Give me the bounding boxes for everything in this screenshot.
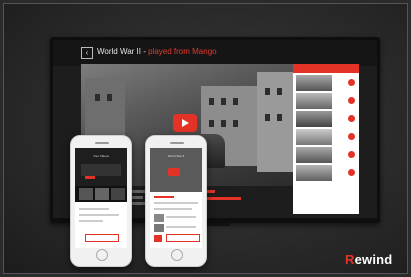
phone-header-title: Your Videos [92,154,109,158]
rewind-logo: Rewind [345,252,392,267]
tv-header: ‹ World War II - played from Mango [53,40,377,66]
video-thumbnail[interactable] [75,186,127,202]
phone-your-videos: Your Videos [70,135,132,267]
related-item[interactable] [296,129,356,145]
home-button [171,249,183,261]
video-title-source: played from Mango [148,47,217,56]
home-button [96,249,108,261]
phone-header: World War II [150,148,202,192]
arrow-right-icon [348,169,355,176]
phone-header: Your Videos [75,148,127,186]
arrow-right-icon [348,79,355,86]
play-small-button[interactable] [154,235,162,242]
arrow-right-icon [348,151,355,158]
promo-frame: ‹ World War II - played from Mango Your … [3,3,408,274]
related-item[interactable] [296,75,356,91]
arrow-right-icon [348,97,355,104]
phone-video-detail: World War II [145,135,207,267]
phone-header-title: World War II [167,154,185,158]
back-button[interactable]: ‹ [81,47,93,59]
chevron-left-icon: ‹ [85,48,89,57]
related-item[interactable] [296,147,356,163]
related-item[interactable] [296,165,356,181]
related-videos-panel [293,64,359,214]
phone-screen: Your Videos [75,148,127,248]
phone-screen: World War II [150,148,202,248]
play-button[interactable] [173,114,197,132]
logo-accent: R [345,252,355,267]
phone-action-button[interactable] [85,234,119,242]
related-item[interactable] [296,93,356,109]
related-header [293,64,359,73]
video-title-main: World War II - [97,47,149,56]
related-item[interactable] [296,111,356,127]
phone-action-button[interactable] [166,234,200,242]
video-title: World War II - played from Mango [97,47,217,56]
arrow-right-icon [348,115,355,122]
logo-rest: ewind [354,252,393,267]
arrow-right-icon [348,133,355,140]
